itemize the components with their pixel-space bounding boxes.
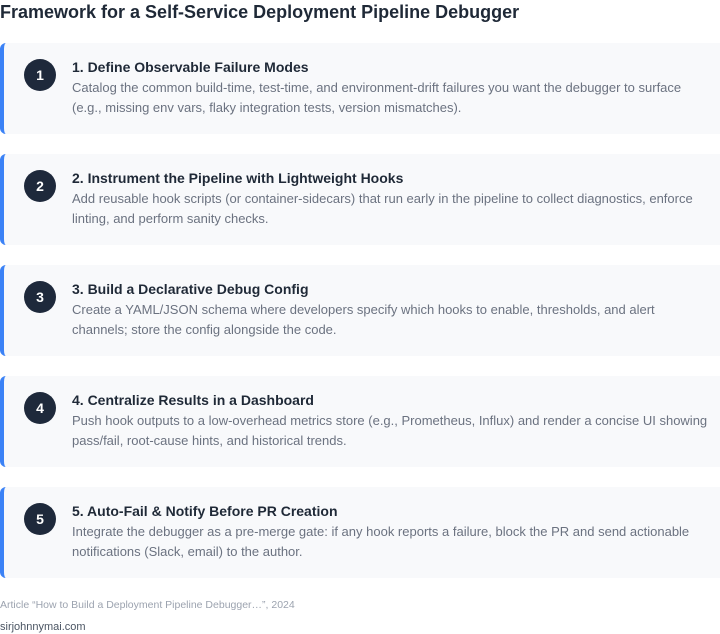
step-number-badge: 4	[24, 392, 56, 424]
site-attribution: sirjohnnymai.com	[0, 621, 86, 633]
step-number-badge: 5	[24, 503, 56, 535]
step-title: 1. Define Observable Failure Modes	[72, 59, 309, 75]
step-number-badge: 2	[24, 170, 56, 202]
step-description: Push hook outputs to a low-overhead metr…	[72, 413, 708, 448]
source-citation: Article “How to Build a Deployment Pipel…	[0, 599, 295, 611]
step-description: Integrate the debugger as a pre-merge ga…	[72, 524, 690, 559]
step-description: Add reusable hook scripts (or container-…	[72, 191, 693, 226]
step-card: 1 1. Define Observable Failure Modes Cat…	[0, 43, 720, 134]
step-description: Create a YAML/JSON schema where develope…	[72, 302, 655, 337]
step-title: 4. Centralize Results in a Dashboard	[72, 392, 314, 408]
step-list: 1 1. Define Observable Failure Modes Cat…	[0, 43, 720, 598]
page: Framework for a Self-Service Deployment …	[0, 0, 720, 634]
step-card: 2 2. Instrument the Pipeline with Lightw…	[0, 154, 720, 245]
step-card: 3 3. Build a Declarative Debug Config Cr…	[0, 265, 720, 356]
step-description: Catalog the common build-time, test-time…	[72, 80, 682, 115]
step-card: 5 5. Auto-Fail & Notify Before PR Creati…	[0, 487, 720, 578]
step-title: 3. Build a Declarative Debug Config	[72, 281, 309, 297]
page-title: Framework for a Self-Service Deployment …	[0, 2, 520, 22]
step-title: 5. Auto-Fail & Notify Before PR Creation	[72, 503, 338, 519]
step-number-badge: 1	[24, 59, 56, 91]
step-title: 2. Instrument the Pipeline with Lightwei…	[72, 170, 404, 186]
step-number-badge: 3	[24, 281, 56, 313]
step-card: 4 4. Centralize Results in a Dashboard P…	[0, 376, 720, 467]
